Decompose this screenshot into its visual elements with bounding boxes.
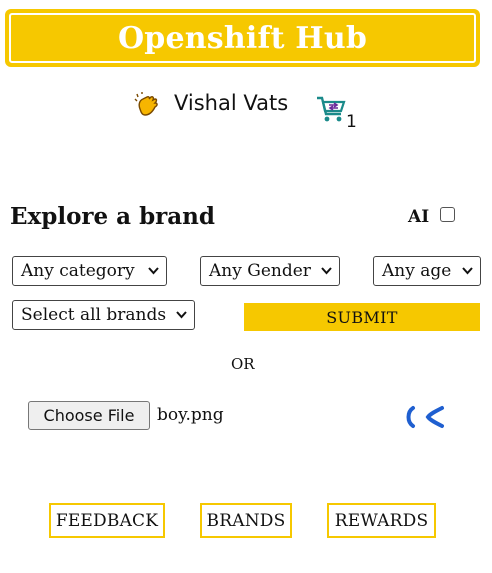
user-name: Vishal Vats xyxy=(174,91,289,115)
header-banner: Openshift Hub xyxy=(5,9,480,67)
chevron-down-icon xyxy=(321,267,332,275)
or-divider: OR xyxy=(231,355,255,373)
choose-file-button[interactable]: Choose File xyxy=(28,401,150,430)
selected-file-name: boy.png xyxy=(157,405,224,425)
chevron-down-icon xyxy=(462,267,473,275)
brands-select-value: Select all brands xyxy=(21,305,167,325)
category-select-value: Any category xyxy=(21,261,135,281)
waving-hand-icon xyxy=(134,92,158,116)
chevron-down-icon xyxy=(176,311,187,319)
ai-checkbox[interactable] xyxy=(440,207,455,222)
chevron-down-icon xyxy=(148,267,159,275)
gender-select-value: Any Gender xyxy=(209,261,311,281)
header-banner-frame: Openshift Hub xyxy=(9,13,476,63)
age-select-value: Any age xyxy=(382,261,452,281)
gender-select[interactable]: Any Gender xyxy=(200,256,340,286)
app-title: Openshift Hub xyxy=(117,20,368,56)
explore-brand-heading: Explore a brand xyxy=(10,203,215,230)
feedback-button[interactable]: FEEDBACK xyxy=(49,503,165,538)
submit-button[interactable]: SUBMIT xyxy=(244,303,480,331)
category-select[interactable]: Any category xyxy=(12,256,167,286)
brands-button[interactable]: BRANDS xyxy=(200,503,292,538)
loading-spinner-icon xyxy=(406,406,444,428)
cart-count-badge: 1 xyxy=(346,112,357,132)
brands-select[interactable]: Select all brands xyxy=(12,300,195,330)
rewards-button[interactable]: REWARDS xyxy=(327,503,436,538)
shopping-cart-icon[interactable] xyxy=(315,94,347,124)
ai-label: AI xyxy=(408,207,430,227)
age-select[interactable]: Any age xyxy=(373,256,481,286)
